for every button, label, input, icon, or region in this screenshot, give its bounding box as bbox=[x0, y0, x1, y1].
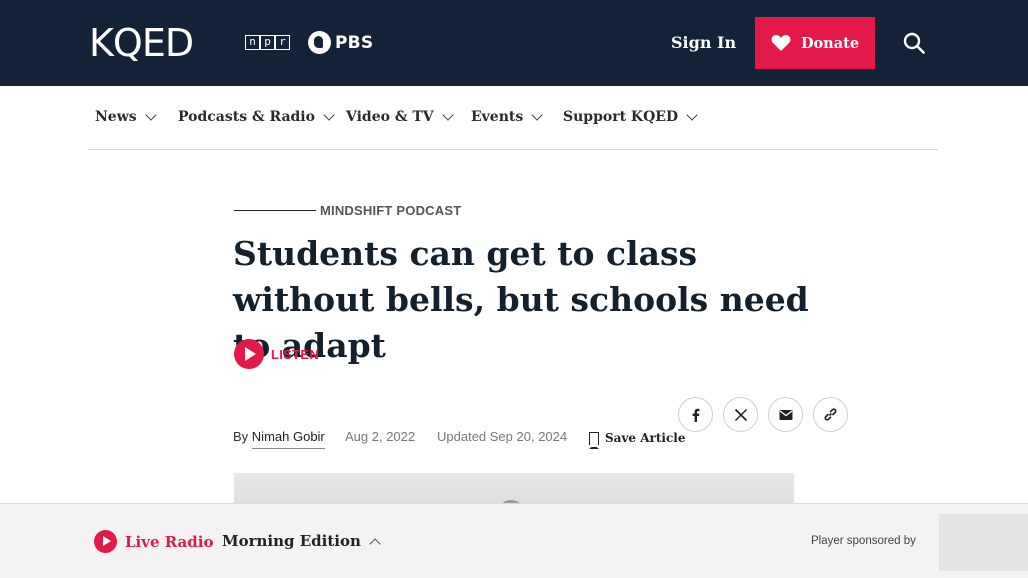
sponsor-logo[interactable] bbox=[939, 514, 1028, 571]
kqed-logo[interactable]: KQED bbox=[89, 22, 209, 64]
kicker-label: MINDSHIFT PODCAST bbox=[320, 203, 462, 218]
bookmark-icon bbox=[588, 431, 599, 449]
radio-player-bar: Live Radio Morning Edition Player sponso… bbox=[0, 503, 1028, 578]
search-icon bbox=[903, 32, 925, 54]
pbs-logo[interactable]: PBS bbox=[308, 31, 373, 54]
sign-in-link[interactable]: Sign In bbox=[671, 33, 736, 52]
share-facebook-button[interactable] bbox=[678, 397, 713, 432]
search-button[interactable] bbox=[903, 32, 925, 54]
main-nav: News Podcasts & Radio Video & TV Events … bbox=[89, 86, 938, 150]
donate-button[interactable]: Donate bbox=[755, 17, 875, 69]
npr-logo[interactable]: n p r bbox=[245, 35, 290, 50]
updated-date: Updated Sep 20, 2024 bbox=[437, 429, 568, 444]
nav-item-podcasts-radio[interactable]: Podcasts & Radio bbox=[178, 109, 335, 125]
program-title: Morning Edition bbox=[222, 532, 361, 550]
chevron-up-icon bbox=[369, 537, 381, 550]
listen-button[interactable]: LISTEN bbox=[234, 339, 319, 369]
nav-item-video-tv[interactable]: Video & TV bbox=[346, 109, 454, 125]
listen-label: LISTEN bbox=[271, 346, 320, 362]
chevron-down-icon bbox=[323, 109, 335, 121]
live-radio-label: Live Radio bbox=[125, 532, 214, 551]
byline-prefix: By bbox=[233, 429, 249, 444]
chevron-down-icon bbox=[686, 109, 698, 121]
link-icon bbox=[824, 408, 837, 421]
chevron-down-icon bbox=[531, 109, 543, 121]
heart-icon bbox=[771, 35, 791, 51]
email-icon bbox=[779, 409, 792, 420]
chevron-down-icon bbox=[144, 109, 157, 121]
sponsor-label: Player sponsored by bbox=[811, 535, 916, 547]
byline: By Nimah Gobir bbox=[233, 429, 325, 449]
save-article-button[interactable]: Save Article bbox=[588, 431, 686, 449]
live-radio-button[interactable]: Live Radio bbox=[94, 530, 213, 553]
nav-item-label: News bbox=[95, 109, 137, 125]
nav-item-news[interactable]: News bbox=[95, 109, 157, 125]
publish-date: Aug 2, 2022 bbox=[345, 429, 416, 444]
nav-item-label: Podcasts & Radio bbox=[178, 109, 315, 125]
copy-link-button[interactable] bbox=[813, 397, 848, 432]
program-selector[interactable]: Morning Edition bbox=[222, 532, 381, 550]
play-icon bbox=[94, 530, 117, 553]
share-x-button[interactable] bbox=[723, 397, 758, 432]
kicker-divider bbox=[234, 210, 316, 211]
author-link[interactable]: Nimah Gobir bbox=[251, 429, 325, 449]
nav-item-events[interactable]: Events bbox=[471, 109, 543, 125]
npr-letter-r: r bbox=[275, 35, 290, 50]
donate-label: Donate bbox=[800, 34, 860, 52]
kqed-logo-text: KQED bbox=[89, 22, 193, 64]
pbs-head-icon bbox=[308, 31, 331, 54]
save-article-label: Save Article bbox=[605, 431, 686, 445]
article-kicker[interactable]: MINDSHIFT PODCAST bbox=[234, 203, 461, 218]
pbs-logo-text: PBS bbox=[335, 32, 374, 53]
nav-item-label: Events bbox=[471, 109, 524, 125]
nav-item-label: Support KQED bbox=[563, 109, 679, 125]
play-icon bbox=[234, 339, 264, 369]
x-icon bbox=[734, 408, 747, 421]
article-headline: Students can get to class without bells,… bbox=[233, 234, 809, 365]
facebook-icon bbox=[692, 408, 699, 422]
nav-item-support-kqed[interactable]: Support KQED bbox=[563, 109, 698, 125]
npr-letter-p: p bbox=[260, 35, 275, 50]
top-bar: KQED n p r PBS Sign In Donate bbox=[0, 0, 1028, 86]
chevron-down-icon bbox=[441, 109, 454, 121]
nav-item-label: Video & TV bbox=[346, 109, 434, 125]
share-email-button[interactable] bbox=[768, 397, 803, 432]
npr-letter-n: n bbox=[245, 35, 260, 50]
